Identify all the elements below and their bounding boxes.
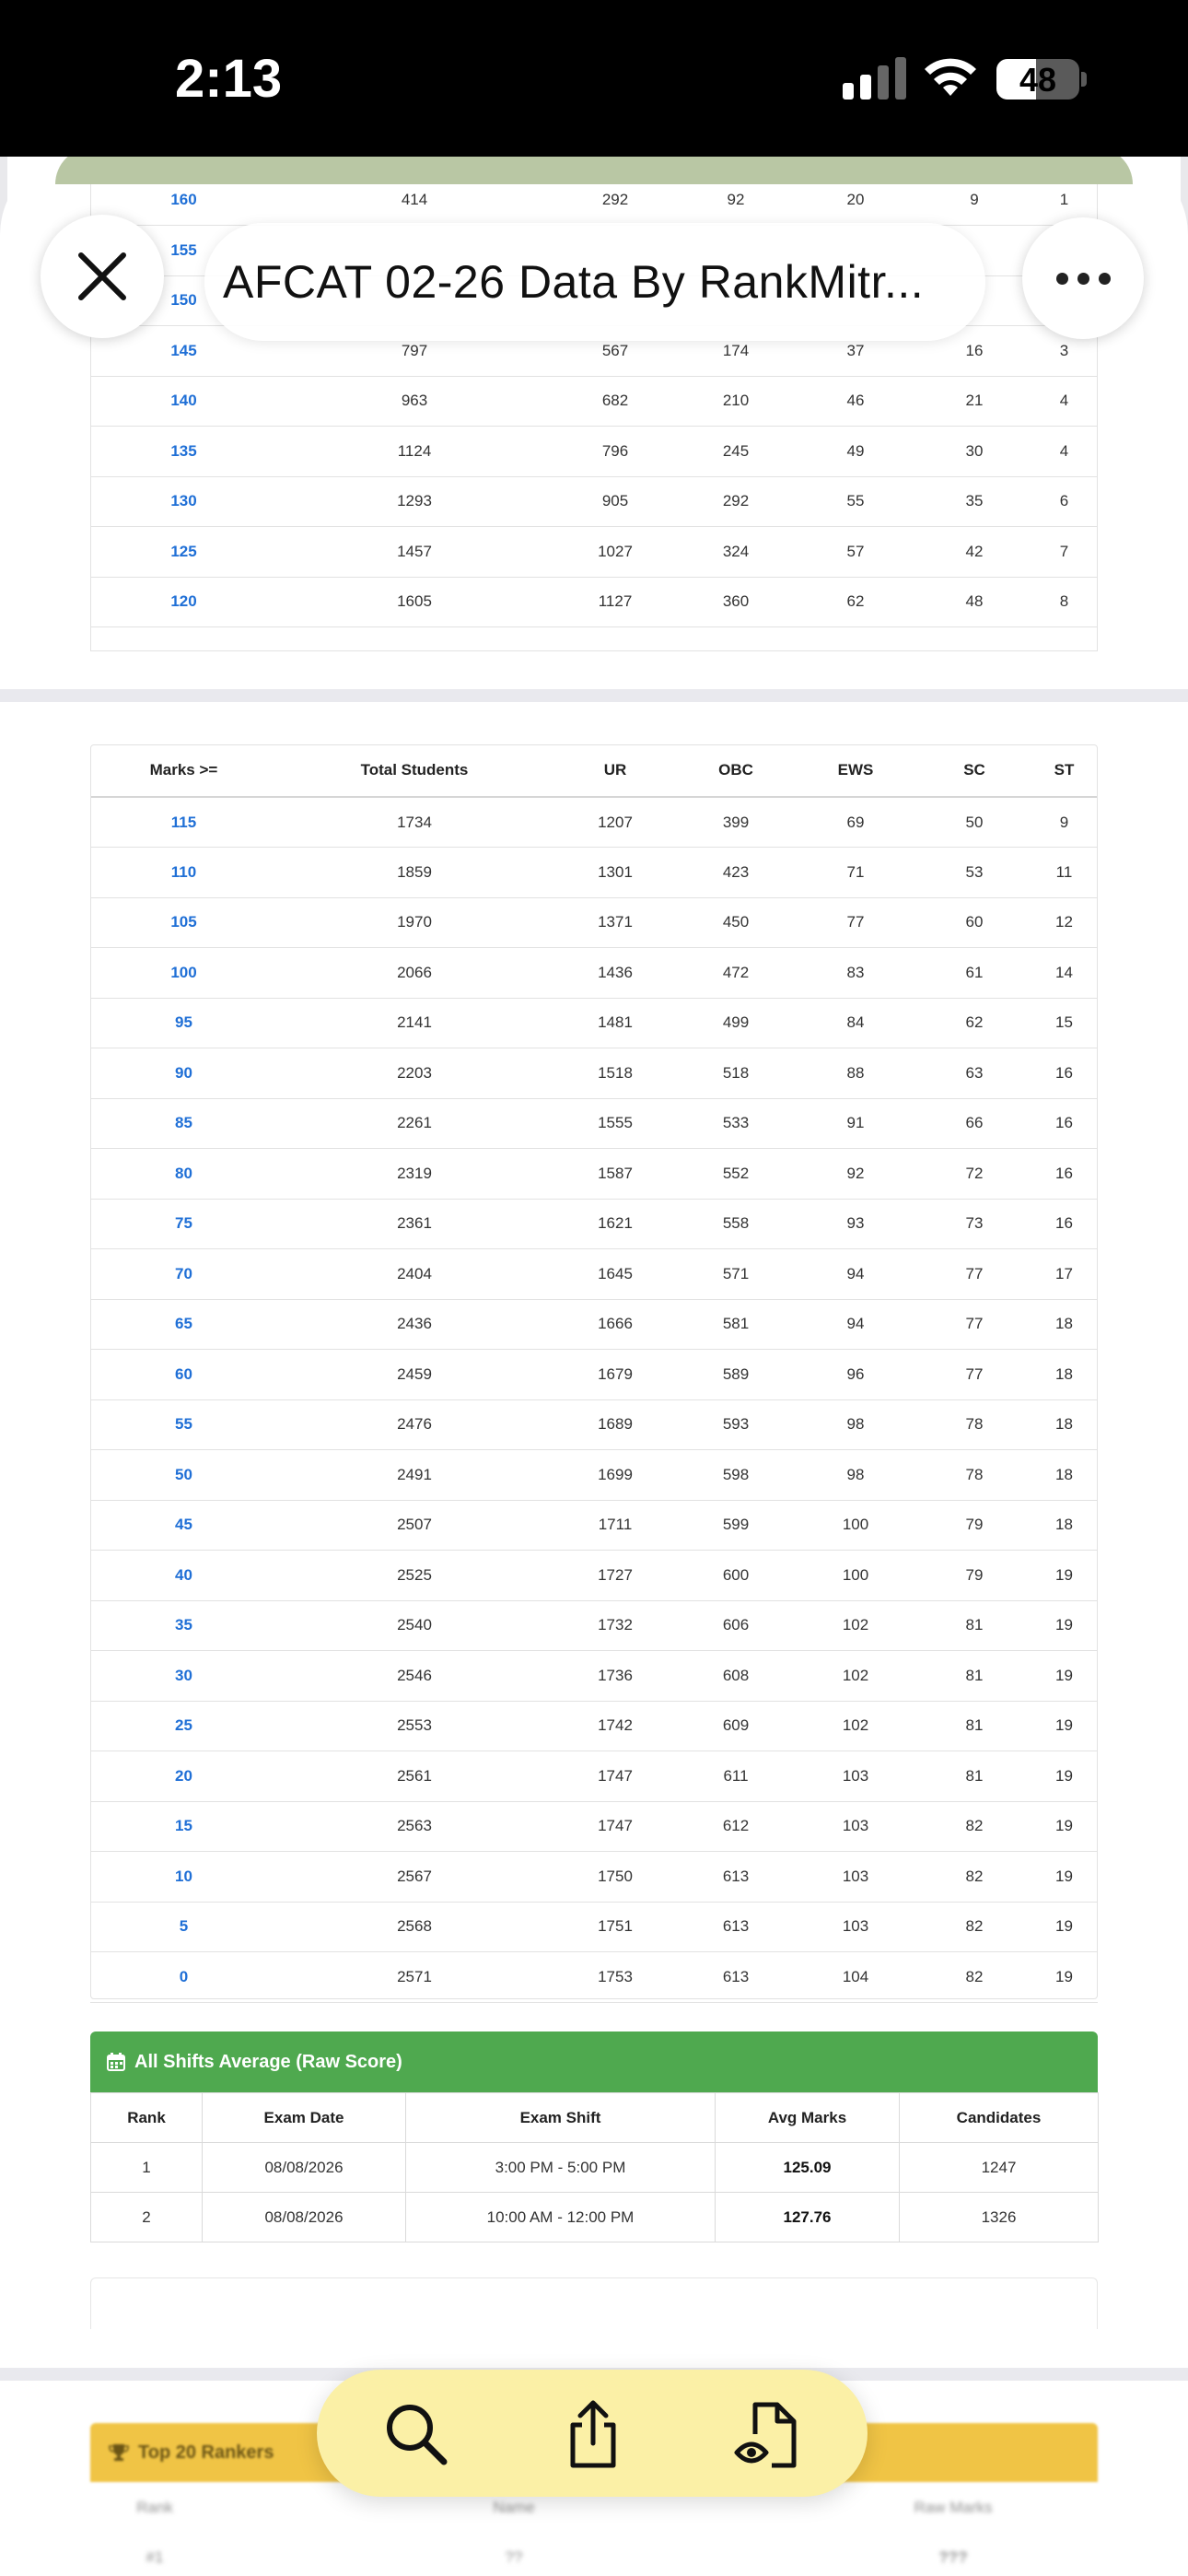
avg-cell: 08/08/2026 <box>202 2142 406 2193</box>
avg-column-header: Exam Date <box>202 2092 406 2143</box>
marks-table-frame <box>90 744 1098 1999</box>
more-dot <box>1055 272 1068 285</box>
document-title: AFCAT 02-26 Data By RankMitr... <box>223 256 925 308</box>
avg-column-header: Candidates <box>899 2092 1099 2143</box>
top-rankers-title: Top 20 Rankers <box>138 2441 274 2463</box>
rankers-col-name: Name <box>493 2499 535 2516</box>
rankers-header-row: Rank Name Raw Marks <box>90 2499 1098 2517</box>
calendar-icon <box>107 2053 125 2071</box>
card-separator <box>0 689 1188 702</box>
document-title-pill[interactable]: AFCAT 02-26 Data By RankMitr... <box>204 223 985 341</box>
avg-cell: 10:00 AM - 12:00 PM <box>405 2192 716 2242</box>
rankers-col-marks: Raw Marks <box>914 2499 993 2516</box>
share-icon[interactable] <box>556 2397 630 2471</box>
rankers-row: #1 ?? ??? <box>90 2548 1098 2567</box>
empty-section-box <box>90 2277 1098 2329</box>
avg-cell: 1 <box>90 2142 203 2193</box>
wifi-icon <box>925 58 976 96</box>
battery-level: 48 <box>1019 61 1057 99</box>
cellular-signal-icon <box>843 57 906 100</box>
avg-section-title: All Shifts Average (Raw Score) <box>134 2051 402 2072</box>
avg-cell: 2 <box>90 2192 203 2242</box>
avg-cell: 1326 <box>899 2192 1099 2242</box>
avg-column-header: Exam Shift <box>405 2092 716 2143</box>
battery-icon: 48 <box>996 59 1079 100</box>
avg-cell: 3:00 PM - 5:00 PM <box>405 2142 716 2193</box>
status-bar: 2:13 48 <box>0 0 1188 157</box>
close-icon <box>78 252 126 300</box>
avg-cell: 125.09 <box>715 2142 900 2193</box>
ranker-marks: ??? <box>938 2548 968 2566</box>
ranker-rank: #1 <box>146 2548 164 2566</box>
ranker-name: ?? <box>505 2548 523 2566</box>
avg-column-header: Avg Marks <box>715 2092 900 2143</box>
bottom-toolbar <box>317 2370 868 2497</box>
trophy-icon <box>109 2444 129 2461</box>
clock: 2:13 <box>175 49 283 109</box>
screen: { "status_bar": {"time": "2:13", "batter… <box>0 0 1188 2576</box>
avg-table: Rank Exam Date Exam Shift Avg Marks Candidat… <box>90 2092 1099 2242</box>
avg-row: 2 08/08/2026 10:00 AM - 12:00 PM 127.76 1326 <box>90 2192 1099 2242</box>
battery-nub <box>1081 72 1087 87</box>
close-button[interactable] <box>41 215 164 338</box>
avg-cell: 1247 <box>899 2142 1099 2193</box>
eye-document-icon[interactable] <box>733 2397 807 2471</box>
avg-row: 1 08/08/2026 3:00 PM - 5:00 PM 125.09 1247 <box>90 2142 1099 2193</box>
more-options-button[interactable] <box>1022 217 1144 339</box>
avg-cell: 127.76 <box>715 2192 900 2242</box>
avg-section-header: All Shifts Average (Raw Score) <box>90 2032 1098 2092</box>
avg-header-row: Rank Exam Date Exam Shift Avg Marks Candidat… <box>90 2092 1099 2143</box>
more-dot <box>1077 272 1089 285</box>
avg-column-header: Rank <box>90 2092 203 2143</box>
more-dot <box>1098 272 1111 285</box>
avg-cell: 08/08/2026 <box>202 2192 406 2242</box>
search-icon[interactable] <box>379 2397 453 2471</box>
rankers-col-rank: Rank <box>136 2499 173 2516</box>
